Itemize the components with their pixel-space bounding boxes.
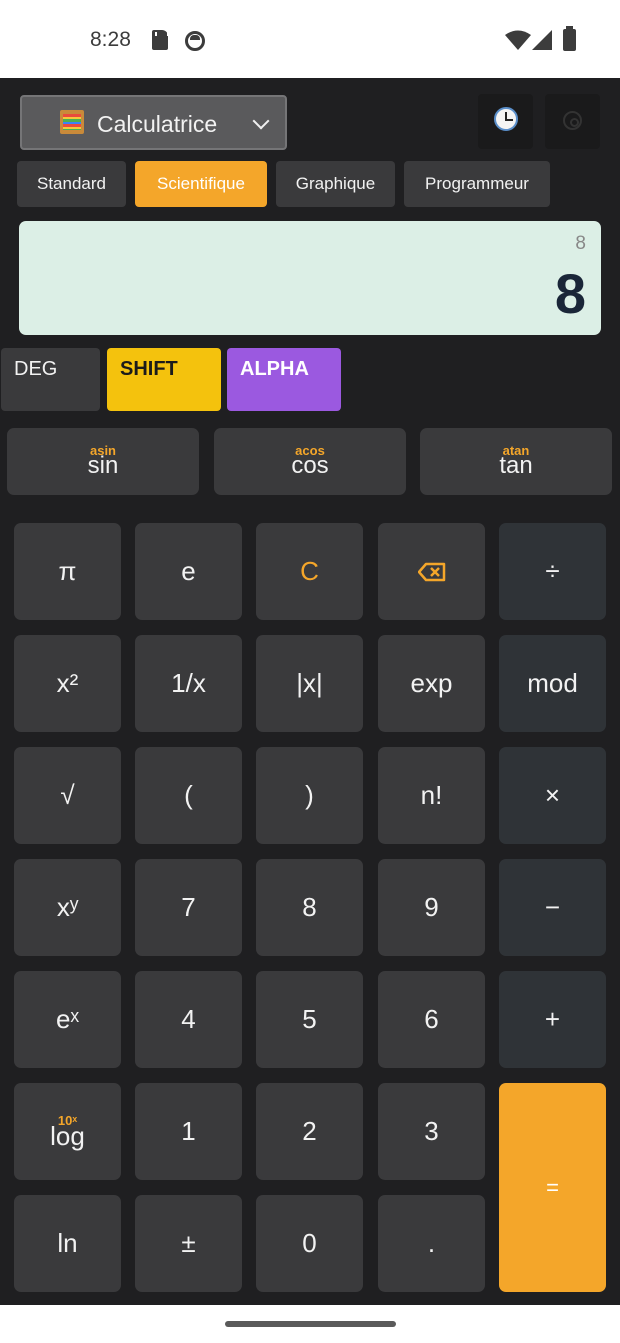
history-button[interactable] bbox=[478, 94, 533, 149]
digit-9-button[interactable]: 9 bbox=[378, 859, 485, 956]
equals-button[interactable]: = bbox=[499, 1083, 606, 1292]
tab-programmeur[interactable]: Programmeur bbox=[404, 161, 550, 207]
home-gesture-handle[interactable] bbox=[225, 1321, 396, 1327]
divide-button[interactable]: ÷ bbox=[499, 523, 606, 620]
tab-standard[interactable]: Standard bbox=[17, 161, 126, 207]
digit-4-button[interactable]: 4 bbox=[135, 971, 242, 1068]
sqrt-button[interactable]: √ bbox=[14, 747, 121, 844]
pi-button[interactable]: π bbox=[14, 523, 121, 620]
abs-button[interactable]: |x| bbox=[256, 635, 363, 732]
ln-button[interactable]: ln bbox=[14, 1195, 121, 1292]
digit-8-button[interactable]: 8 bbox=[256, 859, 363, 956]
wifi-icon bbox=[505, 30, 531, 50]
digit-6-button[interactable]: 6 bbox=[378, 971, 485, 1068]
tan-button[interactable]: atan tan bbox=[420, 428, 612, 495]
digit-0-button[interactable]: 0 bbox=[256, 1195, 363, 1292]
battery-icon bbox=[563, 26, 576, 51]
digit-1-button[interactable]: 1 bbox=[135, 1083, 242, 1180]
calculator-display: 8 8 bbox=[19, 221, 601, 335]
exp-e-button[interactable]: eˣ bbox=[14, 971, 121, 1068]
status-time: 8:28 bbox=[90, 28, 131, 51]
signal-icon bbox=[532, 30, 552, 50]
status-bar: 8:28 bbox=[0, 0, 620, 78]
navigation-bar bbox=[0, 1305, 620, 1343]
calculator-app: Calculatrice Standard Scientifique Graph… bbox=[0, 78, 620, 1305]
power-button[interactable]: xʸ bbox=[14, 859, 121, 956]
plus-button[interactable]: + bbox=[499, 971, 606, 1068]
shift-toggle[interactable]: SHIFT bbox=[107, 348, 221, 411]
clear-button[interactable]: C bbox=[256, 523, 363, 620]
mod-button[interactable]: mod bbox=[499, 635, 606, 732]
mode-select-label: Calculatrice bbox=[97, 111, 218, 137]
sin-button[interactable]: asin sin bbox=[7, 428, 199, 495]
digit-2-button[interactable]: 2 bbox=[256, 1083, 363, 1180]
abacus-icon bbox=[60, 110, 84, 134]
sin-label: sin bbox=[87, 452, 119, 479]
sd-card-icon bbox=[152, 30, 169, 50]
digit-3-button[interactable]: 3 bbox=[378, 1083, 485, 1180]
backspace-button[interactable] bbox=[378, 523, 485, 620]
mode-select[interactable]: Calculatrice bbox=[20, 95, 287, 150]
e-button[interactable]: e bbox=[135, 523, 242, 620]
result-text: 8 bbox=[554, 262, 586, 325]
cos-label: cos bbox=[291, 452, 329, 479]
clock-icon bbox=[494, 107, 518, 131]
expression-text: 8 bbox=[575, 233, 586, 254]
tab-scientifique[interactable]: Scientifique bbox=[135, 161, 267, 207]
reciprocal-button[interactable]: 1/x bbox=[135, 635, 242, 732]
plus-minus-button[interactable]: ± bbox=[135, 1195, 242, 1292]
exp-button[interactable]: exp bbox=[378, 635, 485, 732]
minus-button[interactable]: − bbox=[499, 859, 606, 956]
alpha-toggle[interactable]: ALPHA bbox=[227, 348, 341, 411]
log-button[interactable]: 10ˣ log bbox=[14, 1083, 121, 1180]
gear-icon bbox=[563, 111, 582, 130]
digit-7-button[interactable]: 7 bbox=[135, 859, 242, 956]
open-paren-button[interactable]: ( bbox=[135, 747, 242, 844]
settings-button[interactable] bbox=[545, 94, 600, 149]
backspace-icon bbox=[417, 562, 446, 582]
tan-label: tan bbox=[499, 452, 533, 479]
close-paren-button[interactable]: ) bbox=[256, 747, 363, 844]
digit-5-button[interactable]: 5 bbox=[256, 971, 363, 1068]
cos-button[interactable]: acos cos bbox=[214, 428, 406, 495]
deg-toggle[interactable]: DEG bbox=[1, 348, 100, 411]
square-button[interactable]: x² bbox=[14, 635, 121, 732]
multiply-button[interactable]: × bbox=[499, 747, 606, 844]
decimal-button[interactable]: . bbox=[378, 1195, 485, 1292]
face-icon bbox=[185, 31, 205, 51]
chevron-down-icon bbox=[252, 112, 270, 130]
factorial-button[interactable]: n! bbox=[378, 747, 485, 844]
log-shift-label: 10ˣ bbox=[57, 1113, 78, 1128]
tab-graphique[interactable]: Graphique bbox=[276, 161, 395, 207]
